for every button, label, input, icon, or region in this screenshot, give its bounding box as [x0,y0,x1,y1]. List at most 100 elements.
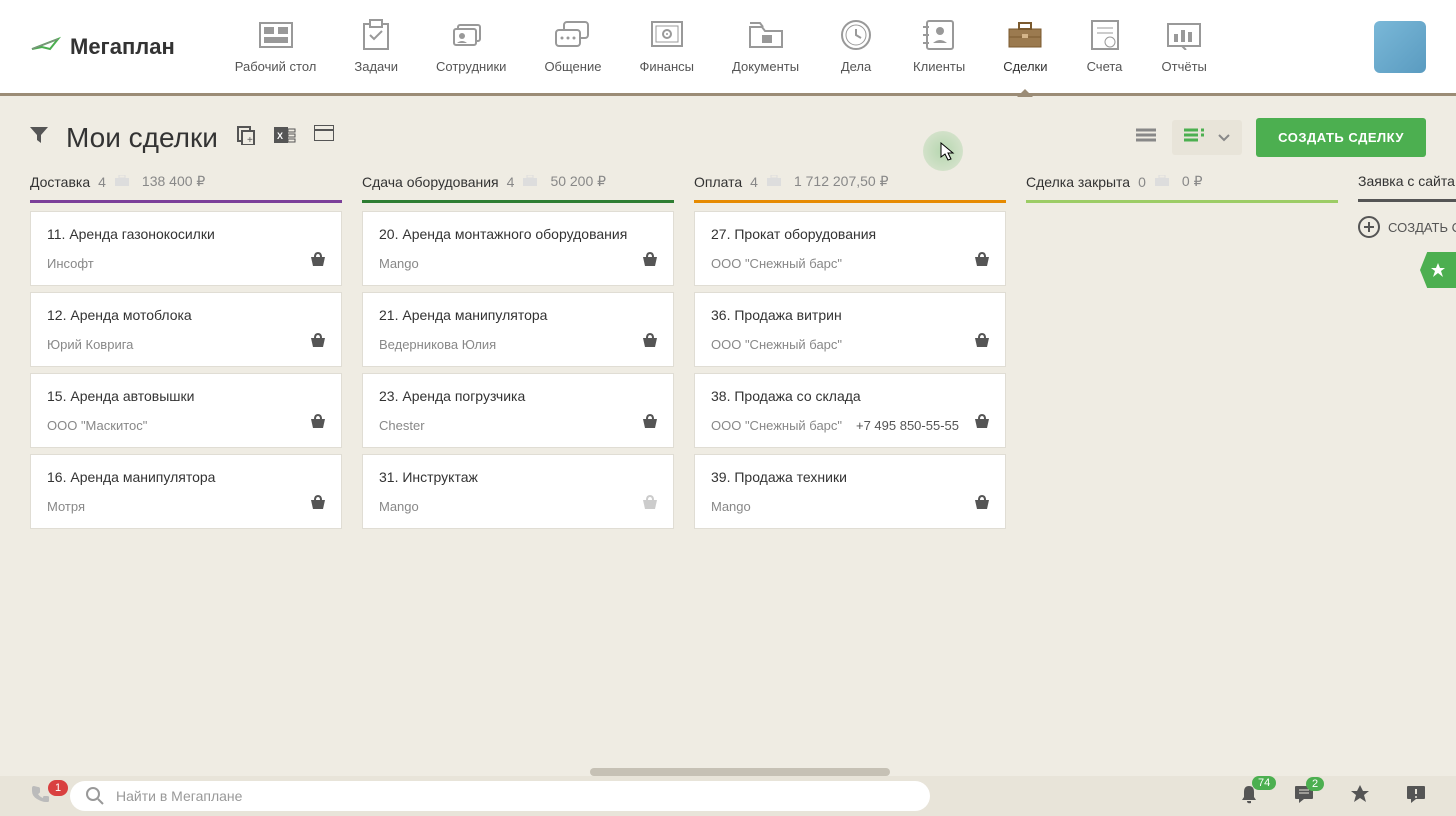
column-website-request: Заявка с сайта СОЗДАТЬ С [1358,173,1456,529]
nav-desktop[interactable]: Рабочий стол [235,19,317,74]
svg-text:+: + [247,135,253,145]
desktop-icon [257,19,295,51]
logo[interactable]: Мегаплан [30,34,175,60]
column-payment: Оплата 4 1 712 207,50 ₽ 27. Прокат обору… [694,173,1006,529]
briefcase-small-icon [1154,174,1170,190]
horizontal-scrollbar[interactable] [590,768,890,776]
basket-icon[interactable] [641,252,659,273]
deal-card[interactable]: 20. Аренда монтажного оборудованияMango [362,211,674,286]
column-header[interactable]: Доставка 4 138 400 ₽ [30,173,342,203]
safe-icon [648,19,686,51]
nav-affairs[interactable]: Дела [837,19,875,74]
messages-icon[interactable]: 2 [1294,785,1314,808]
nav-invoices[interactable]: Счета [1086,19,1124,74]
column-delivery: Доставка 4 138 400 ₽ 11. Аренда газоноко… [30,173,342,529]
deal-card[interactable]: 12. Аренда мотоблока Юрий Коврига [30,292,342,367]
column-handover: Сдача оборудования 4 50 200 ₽ 20. Аренда… [362,173,674,529]
excel-icon[interactable]: X [274,125,296,150]
nav-finance[interactable]: Финансы [639,19,694,74]
view-toggle [1172,120,1242,155]
logo-text: Мегаплан [70,34,175,60]
search-input[interactable] [116,788,914,804]
basket-icon[interactable] [973,333,991,354]
basket-icon[interactable] [309,252,327,273]
basket-icon[interactable] [641,414,659,435]
card-client: Ведерникова Юлия [379,337,657,352]
card-icon[interactable] [314,125,334,150]
nav-communication[interactable]: Общение [544,19,601,74]
user-avatar[interactable] [1374,21,1426,73]
card-title: 23. Аренда погрузчика [379,388,657,404]
card-title: 20. Аренда монтажного оборудования [379,226,657,242]
deal-card[interactable]: 36. Продажа витринООО "Снежный барс" [694,292,1006,367]
chevron-down-icon[interactable] [1216,127,1232,149]
basket-icon[interactable] [309,414,327,435]
card-title: 38. Продажа со склада [711,388,989,404]
bottom-bar: 1 74 2 [0,776,1456,816]
create-card-button[interactable]: СОЗДАТЬ С [1358,216,1456,238]
deal-card[interactable]: 16. Аренда манипулятора Мотря [30,454,342,529]
card-title: 12. Аренда мотоблока [47,307,325,323]
nav-clients[interactable]: Клиенты [913,19,965,74]
card-title: 39. Продажа техники [711,469,989,485]
favorites-tab[interactable] [1420,252,1456,288]
column-closed: Сделка закрыта 0 0 ₽ [1026,173,1338,529]
basket-icon[interactable] [973,414,991,435]
alert-icon[interactable] [1406,785,1426,808]
nav-deals[interactable]: Сделки [1003,19,1047,74]
deal-card[interactable]: 38. Продажа со складаООО "Снежный барс"+… [694,373,1006,448]
card-client: ООО "Маскитос" [47,418,325,433]
column-header[interactable]: Оплата 4 1 712 207,50 ₽ [694,173,1006,203]
deal-card[interactable]: 39. Продажа техники Mango [694,454,1006,529]
nav-employees[interactable]: Сотрудники [436,19,506,74]
click-highlight [923,131,963,171]
card-client: Mango [379,499,657,514]
card-client: Юрий Коврига [47,337,325,352]
clock-icon [837,19,875,51]
card-client: Chester [379,418,657,433]
deal-card[interactable]: 31. ИнструктажMango [362,454,674,529]
briefcase-small-icon [114,174,130,190]
deal-card[interactable]: 21. Аренда манипулятораВедерникова Юлия [362,292,674,367]
copy-icon[interactable]: + [236,125,256,150]
card-title: 11. Аренда газонокосилки [47,226,325,242]
deal-card[interactable]: 23. Аренда погрузчика Chester [362,373,674,448]
card-client: Mango [711,499,989,514]
deal-card[interactable]: 11. Аренда газонокосилки Инсофт [30,211,342,286]
basket-icon[interactable] [973,495,991,516]
card-client: Мотря [47,499,325,514]
search-bar[interactable] [70,781,930,811]
card-client: Инсофт [47,256,325,271]
page-title: Мои сделки [66,122,218,154]
phone-badge: 1 [48,780,68,796]
basket-icon[interactable] [973,252,991,273]
view-list-icon[interactable] [1134,126,1158,149]
card-title: 15. Аренда автовышки [47,388,325,404]
basket-icon[interactable] [309,495,327,516]
deal-card[interactable]: 27. Прокат оборудования ООО "Снежный барс… [694,211,1006,286]
nav-tasks[interactable]: Задачи [354,19,398,74]
view-kanban-icon[interactable] [1182,126,1206,149]
column-header[interactable]: Сделка закрыта 0 0 ₽ [1026,173,1338,203]
notifications-icon[interactable]: 74 [1240,784,1258,809]
column-header[interactable]: Заявка с сайта [1358,173,1456,202]
card-title: 27. Прокат оборудования [711,226,989,242]
nav-reports[interactable]: Отчёты [1162,19,1207,74]
plus-circle-icon [1358,216,1380,238]
deal-card[interactable]: 15. Аренда автовышки ООО "Маскитос" [30,373,342,448]
basket-icon[interactable] [309,333,327,354]
main-nav: Рабочий стол Задачи Сотрудники Общение Ф… [235,19,1344,74]
filter-icon[interactable] [30,127,48,148]
briefcase-small-icon [522,174,538,190]
favorites-icon[interactable] [1350,784,1370,809]
folder-icon [747,19,785,51]
nav-documents[interactable]: Документы [732,19,799,74]
card-client: ООО "Снежный барс" [711,256,989,271]
contacts-icon [920,19,958,51]
card-title: 16. Аренда манипулятора [47,469,325,485]
basket-icon[interactable] [641,333,659,354]
column-header[interactable]: Сдача оборудования 4 50 200 ₽ [362,173,674,203]
phone-icon[interactable]: 1 [30,784,50,809]
create-deal-button[interactable]: СОЗДАТЬ СДЕЛКУ [1256,118,1426,157]
basket-icon[interactable] [641,495,659,516]
